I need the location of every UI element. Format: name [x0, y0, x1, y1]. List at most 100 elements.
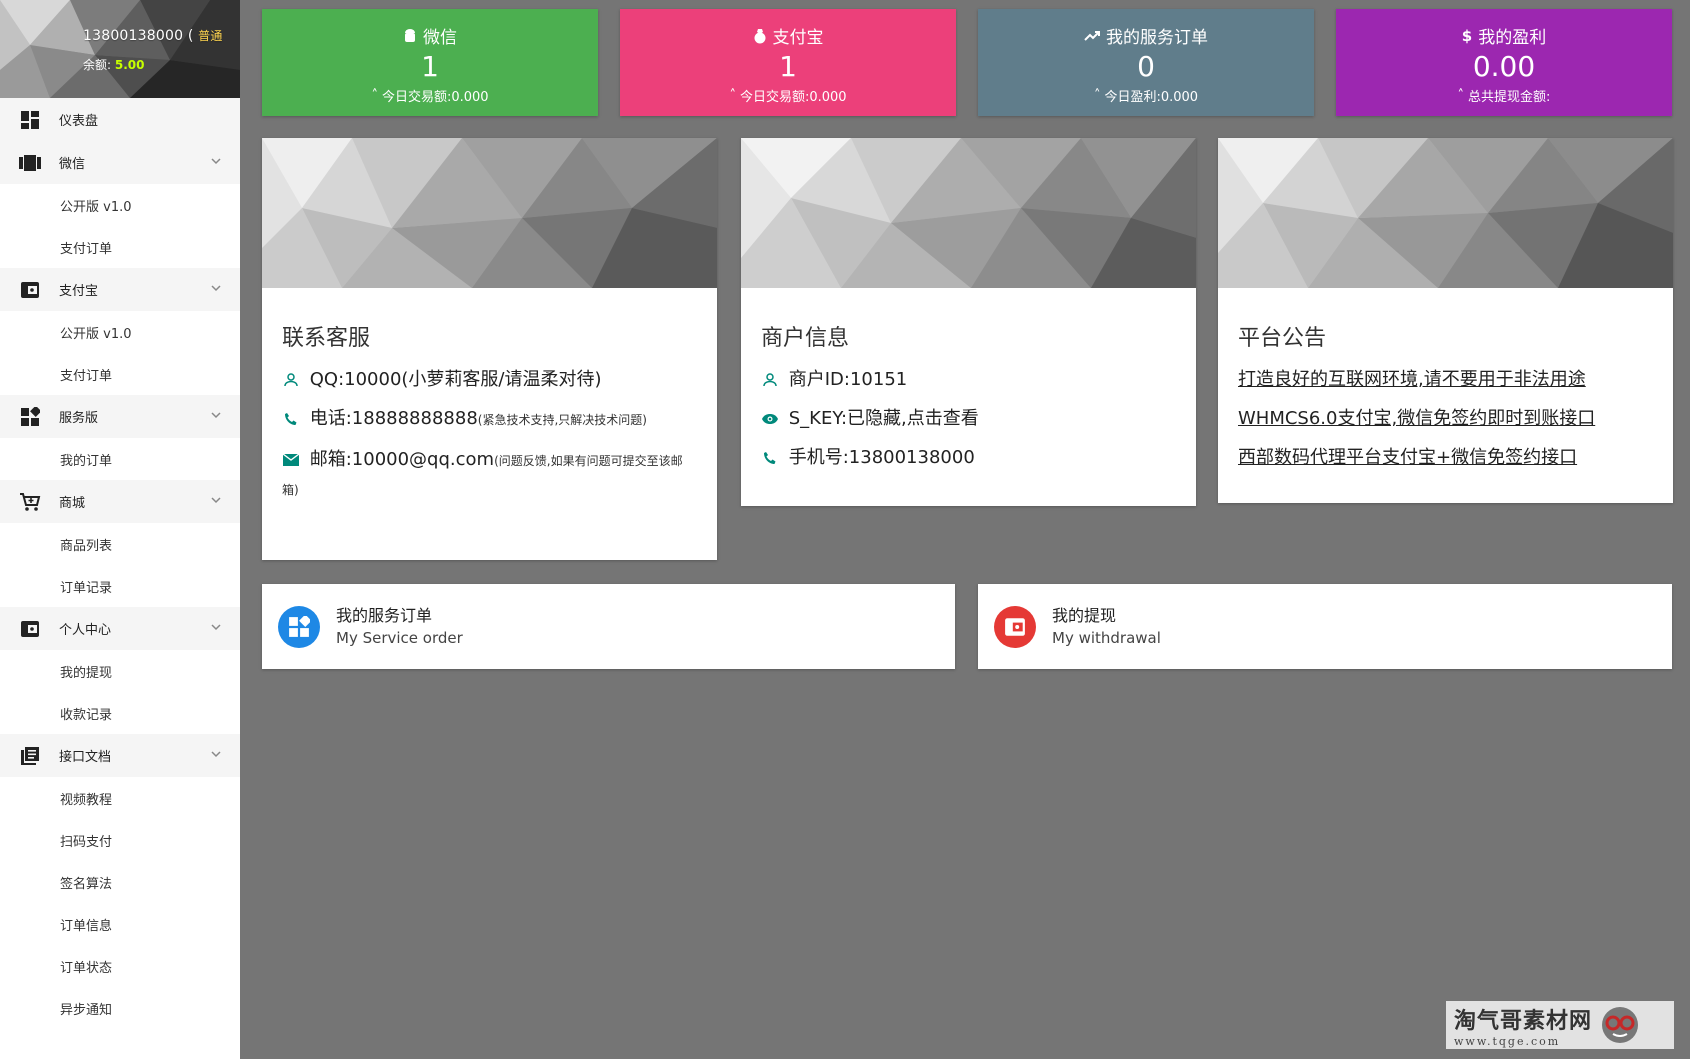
sidebar-item-alipay[interactable]: 支付宝 [0, 268, 240, 311]
my-withdrawal-tile[interactable]: 我的提现 My withdrawal [978, 584, 1672, 669]
wallet-icon [994, 605, 1036, 648]
contact-email: 邮箱:10000@qq.com(问题反馈,如果有问题可提交至该邮箱) [282, 446, 697, 504]
chevron-down-icon [211, 285, 221, 292]
sidebar-subitem-payment-records[interactable]: 收款记录 [0, 692, 240, 734]
stat-title: 我的盈利 [1478, 28, 1547, 48]
tile-title: 我的服务订单 [336, 605, 433, 625]
dashboard-icon [19, 109, 41, 131]
contact-qq-text: QQ:10000(小萝莉客服/请温柔对待) [309, 369, 602, 390]
sidebar-item-wechat[interactable]: 微信 [0, 141, 240, 184]
sidebar-subitem-my-withdrawal[interactable]: 我的提现 [0, 650, 240, 692]
sidebar-item-api-docs[interactable]: 接口文档 [0, 734, 240, 777]
sidebar-item-label: 服务版 [59, 411, 99, 426]
wechat-icon [19, 152, 41, 174]
sidebar-item-personal-center[interactable]: 个人中心 [0, 607, 240, 650]
user-level-badge: 普通 [198, 29, 223, 43]
sidebar-item-mall[interactable]: 商城 [0, 480, 240, 523]
tile-title: 我的提现 [1052, 605, 1117, 625]
contact-phone: 电话:18888888888(紧急技术支持,只解决技术问题) [282, 405, 697, 434]
user-phone: 13800138000 ( 普通 [83, 27, 223, 44]
contact-phone-note: (紧急技术支持,只解决技术问题) [477, 413, 647, 427]
card-banner [262, 138, 717, 288]
sidebar-subitem-my-orders[interactable]: 我的订单 [0, 438, 240, 480]
card-banner [1218, 138, 1673, 288]
caret-up-icon: ˄ [1457, 88, 1465, 103]
stat-value: 1 [421, 50, 439, 83]
trending-up-icon [1084, 30, 1100, 41]
sidebar-item-label: 商城 [59, 496, 86, 511]
sidebar-subitem-async-notify[interactable]: 异步通知 [0, 987, 240, 1029]
merchant-info-card: 商户信息 商户ID:10151 S_KEY:已隐藏,点击查看 手机号:13800… [741, 138, 1196, 506]
apps-icon [19, 406, 41, 428]
android-icon [405, 28, 415, 42]
sidebar-subitem-sign-algorithm[interactable]: 签名算法 [0, 861, 240, 903]
sidebar-subitem-scan-pay[interactable]: 扫码支付 [0, 819, 240, 861]
mail-icon [282, 454, 300, 466]
contact-email-text[interactable]: 邮箱:10000@qq.com [310, 449, 494, 470]
stat-title: 微信 [423, 28, 457, 48]
dollar-icon: $ [1461, 26, 1473, 45]
sidebar-subitem-order-records[interactable]: 订单记录 [0, 565, 240, 607]
merchant-id-text: 商户ID:10151 [788, 369, 908, 390]
tile-subtitle: My withdrawal [1052, 628, 1161, 647]
sidebar-item-label: 微信 [59, 157, 86, 172]
apps-icon [278, 605, 320, 648]
user-profile-header: 13800138000 ( 普通 余额: 5.00 [0, 0, 240, 98]
my-service-order-tile[interactable]: 我的服务订单 My Service order [262, 584, 955, 669]
notice-link[interactable]: 西部数码代理平台支付宝+微信免签约接口 [1238, 444, 1653, 471]
merchant-skey-text[interactable]: S_KEY:已隐藏,点击查看 [789, 408, 979, 429]
caret-up-icon: ˄ [371, 88, 378, 103]
platform-notice-card: 平台公告 打造良好的互联网环境,请不要用于非法用途 WHMCS6.0支付宝,微信… [1218, 138, 1673, 503]
sidebar-subitem-alipay-public[interactable]: 公开版 v1.0 [0, 311, 240, 353]
sidebar-subitem-order-status[interactable]: 订单状态 [0, 945, 240, 987]
stat-subtext: 今日盈利:0.000 [1104, 90, 1199, 105]
stat-card-wechat[interactable]: 微信 1 ˄ 今日交易额:0.000 [262, 9, 598, 116]
sidebar-subitem-order-info[interactable]: 订单信息 [0, 903, 240, 945]
sidebar-subitem-product-list[interactable]: 商品列表 [0, 523, 240, 565]
sidebar-subitem-wechat-orders[interactable]: 支付订单 [0, 226, 240, 268]
chevron-down-icon [211, 497, 221, 504]
caret-up-icon: ˄ [1093, 88, 1101, 103]
sidebar-subitem-wechat-public[interactable]: 公开版 v1.0 [0, 184, 240, 226]
stat-title: 支付宝 [772, 28, 824, 48]
caret-up-icon: ˄ [729, 88, 736, 103]
stat-card-service-orders[interactable]: 我的服务订单 0 ˄ 今日盈利:0.000 [978, 9, 1314, 116]
balance-value: 5.00 [114, 58, 145, 72]
eye-icon [762, 414, 778, 424]
chevron-down-icon [211, 412, 221, 419]
card-title: 平台公告 [1238, 326, 1327, 351]
notice-link[interactable]: 打造良好的互联网环境,请不要用于非法用途 [1238, 366, 1653, 393]
stat-card-profit[interactable]: $ 我的盈利 0.00 ˄ 总共提现金额: [1336, 9, 1672, 116]
merchant-mobile: 手机号:13800138000 [761, 444, 1176, 471]
card-title: 商户信息 [761, 326, 850, 351]
merchant-skey[interactable]: S_KEY:已隐藏,点击查看 [761, 405, 1176, 432]
card-banner [741, 138, 1196, 288]
notice-link[interactable]: WHMCS6.0支付宝,微信免签约即时到账接口 [1238, 405, 1653, 432]
sidebar-item-service[interactable]: 服务版 [0, 395, 240, 438]
sidebar-menu: 仪表盘 微信 公开版 v1.0 支付订单 支付宝 公开版 v1.0 支付订单 服… [0, 98, 240, 1029]
sidebar-item-label: 接口文档 [59, 750, 112, 765]
person-icon [763, 373, 777, 387]
watermark-url: www.tqge.com [1454, 1034, 1561, 1048]
contact-phone-text: 电话:18888888888 [309, 408, 478, 429]
sidebar-subitem-video-tutorial[interactable]: 视频教程 [0, 777, 240, 819]
phone-icon [285, 413, 297, 425]
stat-subtext: 今日交易额:0.000 [381, 90, 489, 105]
contact-qq: QQ:10000(小萝莉客服/请温柔对待) [282, 366, 697, 393]
stat-card-alipay[interactable]: 支付宝 1 ˄ 今日交易额:0.000 [620, 9, 956, 116]
stat-subtext: 今日交易额:0.000 [739, 90, 847, 105]
sidebar-item-label: 支付宝 [59, 284, 99, 299]
alipay-icon [19, 279, 41, 301]
tile-subtitle: My Service order [336, 628, 463, 647]
user-balance: 余额: 5.00 [83, 56, 144, 73]
chevron-down-icon [211, 624, 221, 631]
watermark-text: 淘气哥素材网 [1454, 1007, 1593, 1034]
sidebar-subitem-alipay-orders[interactable]: 支付订单 [0, 353, 240, 395]
alipay-bag-icon [754, 28, 765, 43]
chevron-down-icon [211, 158, 221, 165]
sidebar-item-dashboard[interactable]: 仪表盘 [0, 98, 240, 141]
stat-value: 0 [1137, 50, 1155, 83]
chevron-down-icon [211, 751, 221, 758]
merchant-id: 商户ID:10151 [761, 366, 1176, 393]
user-phone-text: 13800138000 ( [83, 28, 194, 44]
